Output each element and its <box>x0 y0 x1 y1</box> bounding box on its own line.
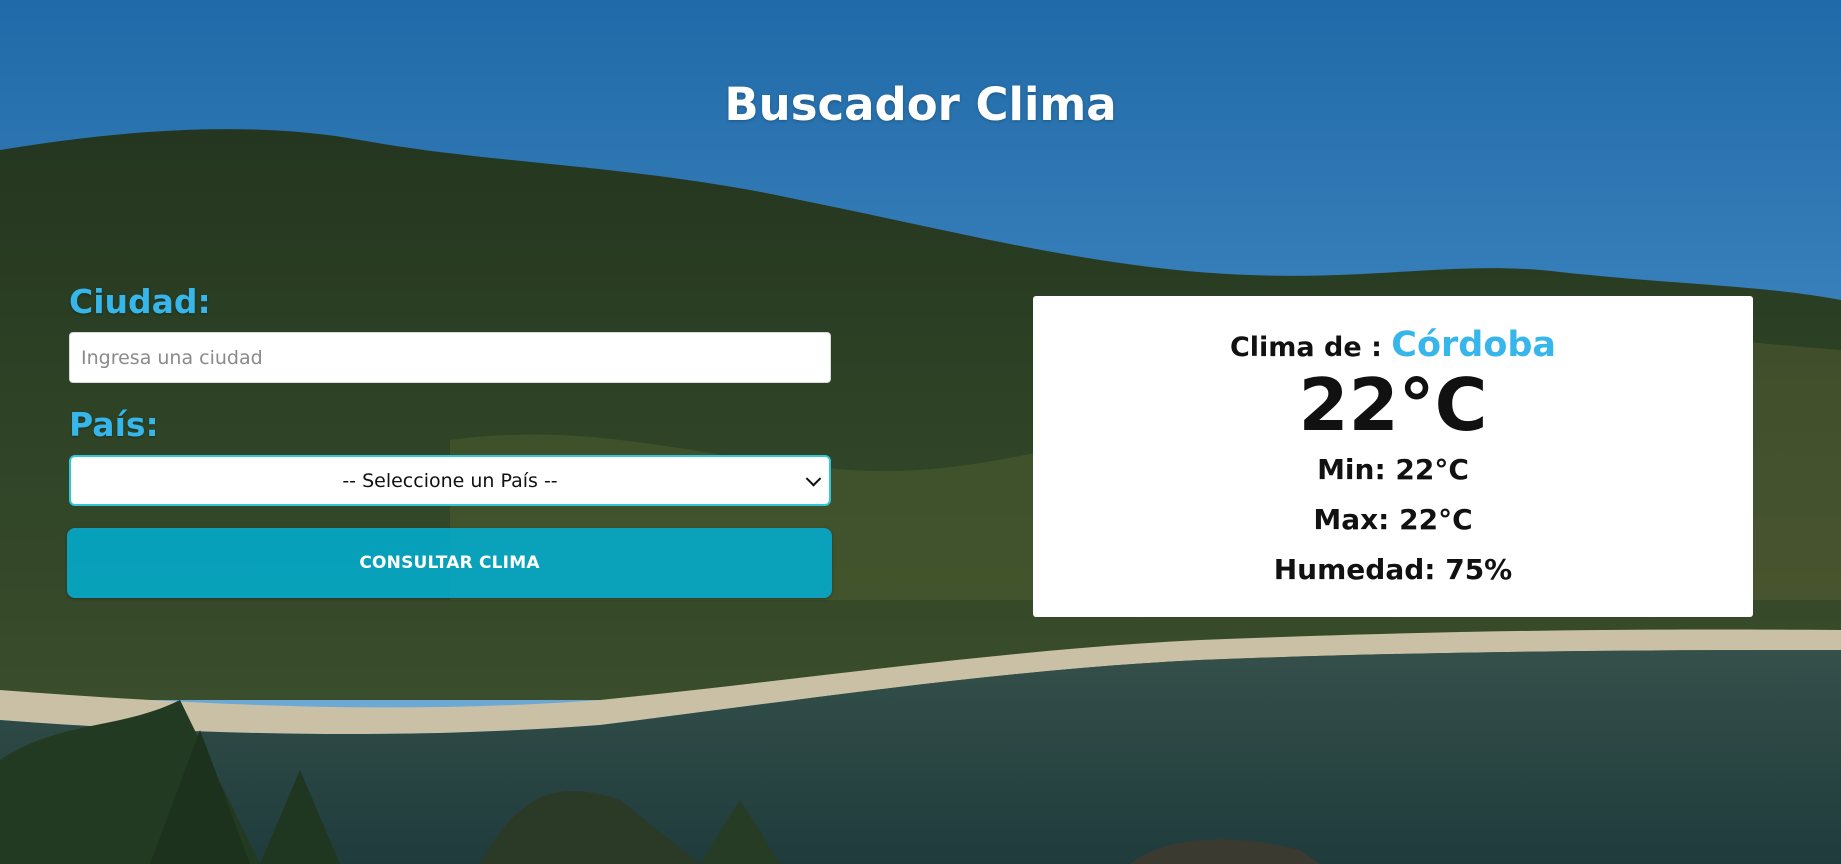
result-city-name: Córdoba <box>1391 325 1557 365</box>
chevron-down-icon <box>805 470 822 487</box>
min-temperature: Min: 22°C <box>1317 453 1469 486</box>
city-label: Ciudad: <box>69 282 211 321</box>
current-temperature: 22°C <box>1298 363 1488 447</box>
weather-result-card: Clima de : Córdoba 22°C Min: 22°C Max: 2… <box>1033 296 1753 617</box>
weather-search-form: Ciudad: País: -- Seleccione un País -- C… <box>67 282 832 598</box>
result-heading: Clima de : Córdoba <box>1230 326 1556 367</box>
city-input[interactable] <box>69 332 831 383</box>
country-select-value: -- Seleccione un País -- <box>342 469 558 492</box>
result-heading-prefix: Clima de : <box>1229 332 1382 363</box>
country-label: País: <box>69 405 159 444</box>
consult-weather-button[interactable]: CONSULTAR CLIMA <box>67 528 832 598</box>
country-select[interactable]: -- Seleccione un País -- <box>69 455 831 506</box>
max-temperature: Max: 22°C <box>1313 503 1473 536</box>
consult-weather-button-label: CONSULTAR CLIMA <box>359 553 540 573</box>
page-title: Buscador Clima <box>724 78 1117 131</box>
humidity: Humedad: 75% <box>1273 553 1513 586</box>
